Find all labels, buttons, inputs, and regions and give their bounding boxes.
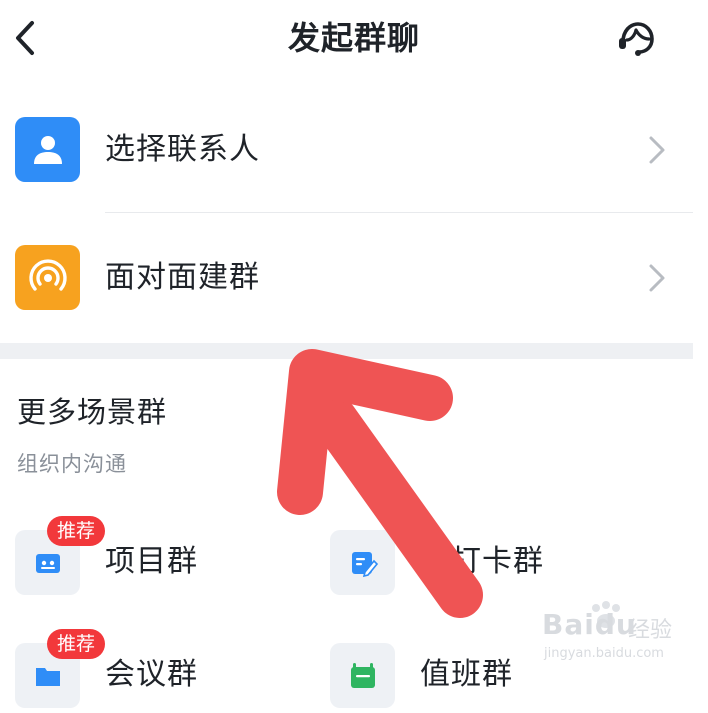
select-contacts-label: 选择联系人	[105, 132, 260, 167]
watermark-brand: Baidu	[542, 608, 637, 641]
duty-calendar-icon	[330, 643, 395, 708]
face-to-face-signal-icon	[15, 245, 80, 310]
watermark-suffix: 经验	[628, 618, 673, 643]
face-to-face-group-row[interactable]: 面对面建群	[0, 214, 693, 342]
create-group-options: 选择联系人 面对面建群	[0, 86, 693, 342]
page-title: 发起群聊	[287, 19, 420, 57]
duty-group-tile[interactable]: 值班群	[330, 643, 630, 713]
paw-logo-icon	[592, 601, 620, 628]
row-divider	[105, 212, 693, 213]
chevron-right-icon	[649, 136, 665, 164]
meeting-group-label: 会议群	[105, 657, 198, 692]
checkin-group-tile[interactable]: 到打卡群	[330, 530, 630, 600]
section-separator	[0, 343, 693, 359]
contact-person-icon	[15, 117, 80, 182]
chevron-right-icon	[649, 264, 665, 292]
more-scenes-title: 更多场景群	[17, 395, 168, 429]
project-group-label: 项目群	[105, 544, 198, 579]
project-group-tile[interactable]: 推荐 项目群	[15, 516, 315, 600]
meeting-group-tile[interactable]: 推荐 会议群	[15, 629, 315, 713]
customer-service-button[interactable]	[608, 12, 664, 68]
recommended-badge: 推荐	[47, 516, 106, 546]
header-bar: 发起群聊	[0, 0, 708, 80]
checkin-group-label: 到打卡群	[420, 544, 544, 579]
duty-group-label: 值班群	[420, 657, 513, 692]
select-contacts-row[interactable]: 选择联系人	[0, 86, 693, 214]
checkin-edit-icon	[330, 530, 395, 595]
face-to-face-group-label: 面对面建群	[105, 260, 260, 295]
customer-service-icon	[619, 22, 654, 56]
recommended-badge: 推荐	[47, 629, 106, 659]
more-scenes-subtitle: 组织内沟通	[17, 452, 127, 476]
